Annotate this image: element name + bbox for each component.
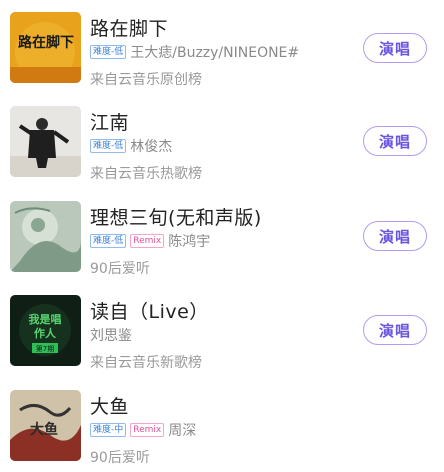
artist-name: 王大痣/Buzzy/NINEONE#	[130, 45, 300, 61]
cover-text-top: 我是唱	[29, 312, 62, 326]
album-cover-art	[10, 106, 81, 177]
artist-name: 林俊杰	[130, 139, 173, 155]
album-cover-art	[10, 201, 81, 272]
artist-name: 陈鸿宇	[168, 234, 211, 250]
difficulty-tag: 难度-低	[90, 45, 127, 59]
song-row-3[interactable]: 理想三旬(无和声版) 难度-低 Remix 陈鸿宇 90后爱听 演唱	[0, 201, 444, 281]
song-source: 90后爱听	[90, 450, 150, 466]
album-cover-art: 路在脚下	[10, 12, 81, 83]
song-title[interactable]: 理想三旬(无和声版)	[90, 203, 262, 230]
cover-text-bottom: 第7期	[36, 344, 54, 353]
sing-button[interactable]: 演唱	[363, 221, 427, 251]
album-cover-art: 大鱼	[10, 390, 81, 461]
song-title[interactable]: 读自（Live）	[90, 297, 209, 324]
song-meta: 刘思鉴	[90, 326, 132, 344]
song-list: 路在脚下 路在脚下 难度-低 王大痣/Buzzy/NINEONE# 来自云音乐原…	[0, 0, 444, 472]
song-meta: 难度-中 Remix 周深	[90, 421, 196, 439]
song-row-2[interactable]: 江南 难度-低 林俊杰 来自云音乐热歌榜 演唱	[0, 106, 444, 186]
song-source: 来自云音乐原创榜	[90, 72, 202, 88]
song-title[interactable]: 路在脚下	[90, 14, 168, 41]
sing-button[interactable]: 演唱	[363, 126, 427, 156]
song-source: 来自云音乐新歌榜	[90, 355, 202, 371]
song-meta: 难度-低 林俊杰	[90, 137, 172, 155]
song-title[interactable]: 大鱼	[90, 392, 129, 419]
difficulty-tag: 难度-中	[90, 423, 127, 437]
album-cover[interactable]	[10, 201, 81, 272]
difficulty-tag: 难度-低	[90, 234, 127, 248]
artist-name: 周深	[168, 423, 197, 439]
song-row-4[interactable]: 我是唱 作人 第7期 读自（Live） 刘思鉴 来自云音乐新歌榜 演唱	[0, 295, 444, 375]
album-cover-art: 我是唱 作人 第7期	[10, 295, 81, 366]
song-meta: 难度-低 王大痣/Buzzy/NINEONE#	[90, 43, 299, 61]
album-cover[interactable]: 我是唱 作人 第7期	[10, 295, 81, 366]
sing-button[interactable]: 演唱	[363, 33, 427, 63]
difficulty-tag: 难度-低	[90, 139, 127, 153]
album-cover[interactable]	[10, 106, 81, 177]
album-cover[interactable]: 大鱼	[10, 390, 81, 461]
song-source: 来自云音乐热歌榜	[90, 166, 202, 182]
sing-button[interactable]: 演唱	[363, 315, 427, 345]
song-row-5[interactable]: 大鱼 大鱼 难度-中 Remix 周深 90后爱听	[0, 390, 444, 470]
album-cover[interactable]: 路在脚下	[10, 12, 81, 83]
song-row-1[interactable]: 路在脚下 路在脚下 难度-低 王大痣/Buzzy/NINEONE# 来自云音乐原…	[0, 12, 444, 92]
cover-text: 路在脚下	[18, 34, 74, 51]
song-source: 90后爱听	[90, 261, 150, 277]
cover-text-mid: 作人	[34, 326, 57, 340]
remix-tag: Remix	[130, 234, 165, 248]
remix-tag: Remix	[130, 423, 165, 437]
song-title[interactable]: 江南	[90, 108, 129, 135]
artist-name: 刘思鉴	[90, 328, 132, 344]
song-meta: 难度-低 Remix 陈鸿宇	[90, 232, 210, 250]
cover-text: 大鱼	[30, 421, 58, 438]
